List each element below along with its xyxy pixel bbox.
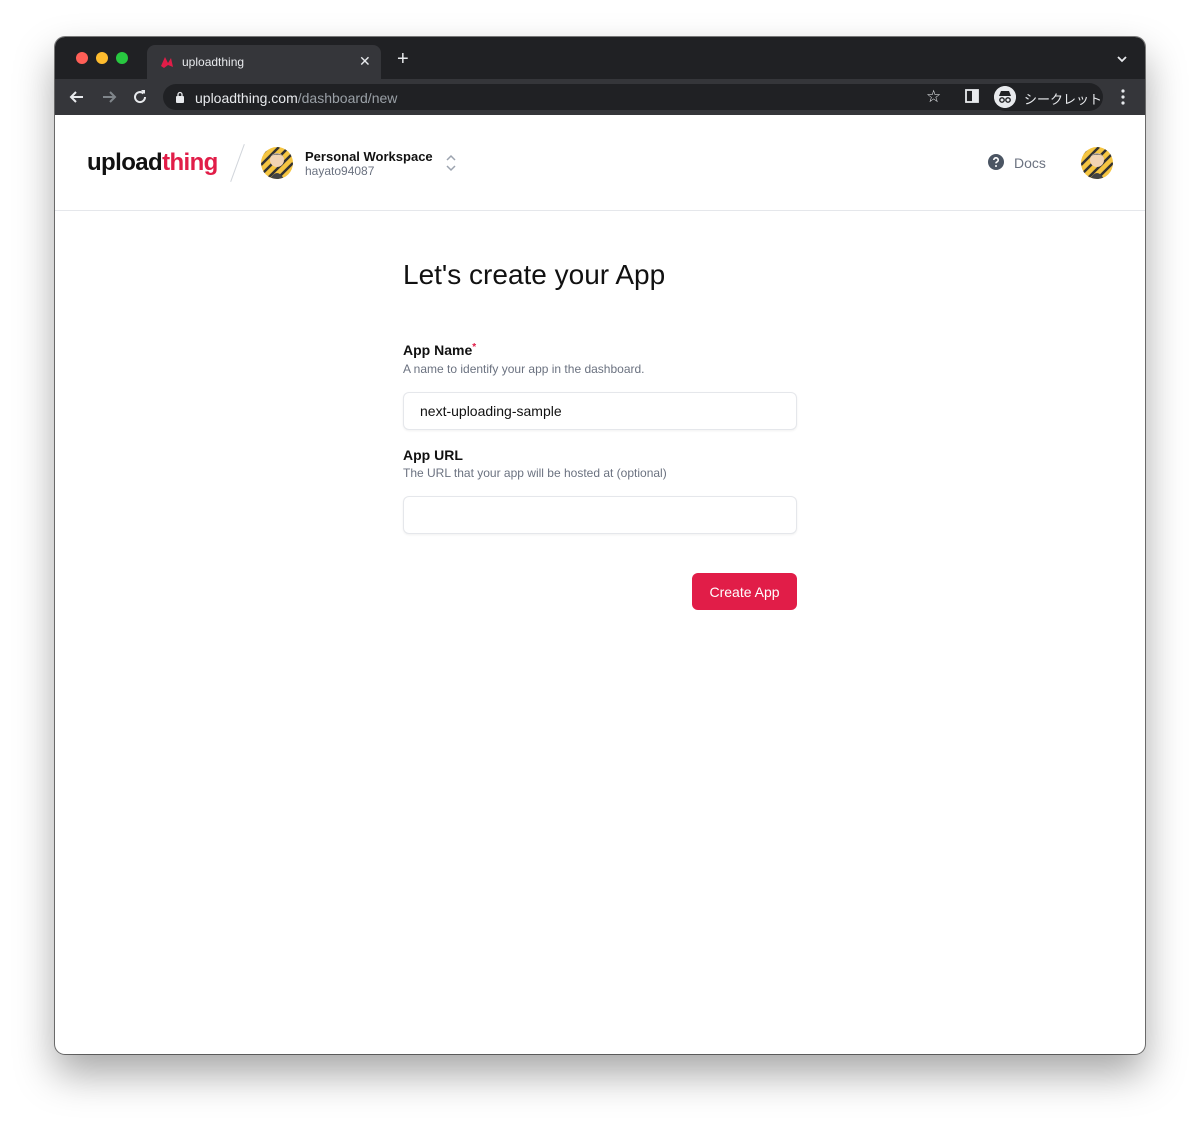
tab-bar: uploadthing ✕ + — [55, 37, 1145, 79]
url-host: uploadthing.com — [195, 90, 298, 106]
zoom-window-button[interactable] — [116, 52, 128, 64]
uploadthing-favicon-icon — [161, 57, 173, 68]
docs-label: Docs — [1014, 155, 1046, 171]
url-path: /dashboard/new — [297, 90, 398, 106]
browser-window: uploadthing ✕ + uploadthing.com/dashboar… — [55, 37, 1145, 1054]
help-circle-icon — [988, 154, 1004, 170]
close-window-button[interactable] — [76, 52, 88, 64]
bookmark-star-icon[interactable]: ☆ — [926, 87, 941, 107]
uploadthing-logo[interactable]: uploadthing — [87, 149, 218, 177]
tab-search-chevron-icon[interactable] — [1115, 52, 1129, 66]
page-title: Let's create your App — [403, 259, 666, 290]
app-url-label: App URL — [403, 447, 463, 463]
incognito-icon — [994, 86, 1016, 108]
browser-tab[interactable]: uploadthing ✕ — [147, 45, 381, 79]
app-header: uploadthing Personal Workspace hayato940… — [55, 115, 1145, 211]
lock-icon — [176, 91, 184, 103]
workspace-switcher-chevron-icon[interactable] — [445, 153, 457, 173]
workspace-username: hayato94087 — [305, 164, 375, 178]
new-tab-icon[interactable]: + — [397, 49, 409, 69]
incognito-label: シークレット — [1024, 92, 1103, 107]
incognito-indicator[interactable]: シークレット — [991, 83, 1103, 111]
browser-toolbar: uploadthing.com/dashboard/new ☆ シークレット — [55, 79, 1145, 115]
close-tab-icon[interactable]: ✕ — [359, 53, 371, 70]
logo-main-text: upload — [87, 149, 163, 176]
app-name-description: A name to identify your app in the dashb… — [403, 362, 645, 376]
app-name-input[interactable] — [403, 392, 797, 430]
app-name-label-text: App Name — [403, 342, 473, 358]
forward-arrow-icon[interactable] — [99, 87, 119, 107]
minimize-window-button[interactable] — [96, 52, 108, 64]
workspace-avatar — [261, 147, 293, 179]
create-app-button[interactable]: Create App — [692, 573, 797, 610]
back-arrow-icon[interactable] — [67, 87, 87, 107]
user-avatar[interactable] — [1081, 147, 1113, 179]
address-bar[interactable]: uploadthing.com/dashboard/new ☆ — [163, 84, 1013, 110]
tab-title: uploadthing — [182, 55, 245, 69]
url-text: uploadthing.com/dashboard/new — [195, 90, 397, 106]
required-marker: * — [472, 342, 477, 353]
header-divider — [230, 144, 245, 182]
logo-accent-text: thing — [162, 149, 218, 176]
browser-menu-icon[interactable] — [1117, 88, 1129, 106]
workspace-name: Personal Workspace — [305, 149, 433, 164]
app-name-label: App Name* — [403, 342, 476, 358]
side-panel-icon[interactable] — [965, 89, 979, 103]
app-url-description: The URL that your app will be hosted at … — [403, 466, 667, 480]
app-url-input[interactable] — [403, 496, 797, 534]
reload-icon[interactable] — [130, 87, 150, 107]
